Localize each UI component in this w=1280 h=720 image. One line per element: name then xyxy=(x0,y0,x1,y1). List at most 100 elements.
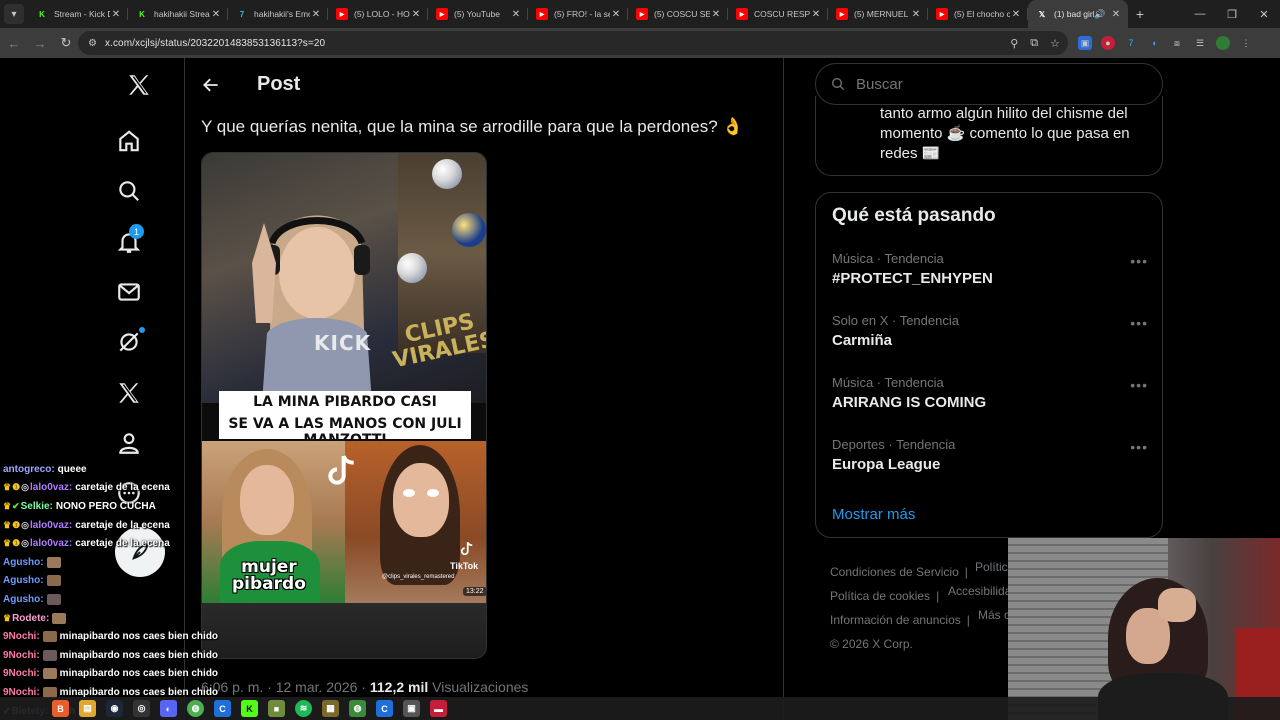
chat-text: caretaje de la ecena xyxy=(75,519,170,531)
translate-extension-icon[interactable]: ▣ xyxy=(1078,36,1092,50)
trend-item[interactable]: Música · Tendencia #PROTECT_ENHYPEN ••• xyxy=(832,251,1148,301)
media-controls-icon[interactable]: ☰ xyxy=(1193,36,1207,50)
browser-tab[interactable]: ▶ (5) YouTube ✕ xyxy=(428,0,528,28)
site-info-icon[interactable]: ⚙ xyxy=(88,38,97,49)
c-app-icon-2[interactable]: C xyxy=(376,700,393,717)
back-button[interactable]: ← xyxy=(2,31,26,55)
post-media-video[interactable]: KICK CLIPS VIRALES LA MINA PIBARDO CASI … xyxy=(201,152,487,659)
premium-x-icon[interactable] xyxy=(116,380,142,406)
audio-extension-icon[interactable]: ◖ xyxy=(1147,36,1161,50)
chat-username[interactable]: antogreco: xyxy=(3,464,55,475)
red-extension-icon[interactable]: ● xyxy=(1101,36,1115,50)
browser-tab[interactable]: 7 hakihakii's Emo ✕ xyxy=(228,0,328,28)
more-dots-icon[interactable]: ••• xyxy=(1130,253,1148,269)
tab-audio-icon[interactable]: 🔊 xyxy=(1094,9,1106,20)
close-tab-icon[interactable]: ✕ xyxy=(1010,9,1022,20)
photo-app-icon[interactable]: ▣ xyxy=(403,700,420,717)
browser-tab[interactable]: ▶ (5) LOLO - HOV ✕ xyxy=(328,0,428,28)
close-tab-icon[interactable]: ✕ xyxy=(310,9,322,20)
close-tab-icon[interactable]: ✕ xyxy=(210,9,222,20)
video-app-icon[interactable]: ▬ xyxy=(430,700,447,717)
browser-tab[interactable]: ▶ (5) FRO! - la se ✕ xyxy=(528,0,628,28)
search-input[interactable]: Buscar xyxy=(815,63,1163,105)
chat-username[interactable]: 9Nochi: xyxy=(3,650,40,661)
trend-item[interactable]: Música · Tendencia ARIRANG IS COMING ••• xyxy=(832,375,1148,425)
steam-icon[interactable]: ◉ xyxy=(106,700,123,717)
more-dots-icon[interactable]: ••• xyxy=(1130,315,1148,331)
post-timestamp[interactable]: 6:06 p. m. · 12 mar. 2026 · xyxy=(201,679,370,695)
close-tab-icon[interactable]: ✕ xyxy=(910,9,922,20)
browser-tab[interactable]: 𝕏 (1) bad girl 🔊 ✕ xyxy=(1028,0,1128,28)
trend-category: Música · Tendencia xyxy=(832,375,944,390)
cast-icon[interactable]: ⧉ xyxy=(1030,37,1038,50)
tab-search-button[interactable]: ▾ xyxy=(4,4,24,24)
more-link[interactable]: Más o xyxy=(978,608,1011,622)
browser-tab[interactable]: ▶ (5) El chocho c ✕ xyxy=(928,0,1028,28)
address-bar[interactable]: ⚙ x.com/xcjlsj/status/203220148385313611… xyxy=(78,31,1068,55)
close-tab-icon[interactable]: ✕ xyxy=(110,9,122,20)
chat-username[interactable]: Agusho: xyxy=(3,557,44,568)
close-tab-icon[interactable]: ✕ xyxy=(810,9,822,20)
game-icon[interactable]: ▦ xyxy=(322,700,339,717)
trend-item[interactable]: Solo en X · Tendencia Carmiña ••• xyxy=(832,313,1148,363)
messages-mail-icon[interactable] xyxy=(116,279,142,305)
c-app-icon[interactable]: C xyxy=(214,700,231,717)
close-tab-icon[interactable]: ✕ xyxy=(510,9,522,20)
privacy-link[interactable]: Polític xyxy=(975,560,1008,574)
chrome-active-icon[interactable]: ◍ xyxy=(349,700,366,717)
accessibility-link[interactable]: Accesibilida xyxy=(948,584,1011,598)
browser-tab[interactable]: ▶ (5) COSCU SE R✕ xyxy=(628,0,728,28)
home-icon[interactable] xyxy=(116,128,142,154)
reload-button[interactable]: ↻ xyxy=(54,31,78,55)
kick-app-icon[interactable]: K xyxy=(241,700,258,717)
close-tab-icon[interactable]: ✕ xyxy=(1110,9,1122,20)
profile-avatar-icon[interactable] xyxy=(1216,36,1230,50)
close-tab-icon[interactable]: ✕ xyxy=(710,9,722,20)
more-dots-icon[interactable]: ••• xyxy=(1130,439,1148,455)
close-window-button[interactable]: ✕ xyxy=(1248,0,1280,28)
maximize-button[interactable]: ❐ xyxy=(1216,0,1248,28)
chat-username[interactable]: Selkie: xyxy=(21,501,53,512)
chat-username[interactable]: lalo0vaz: xyxy=(30,538,72,549)
minecraft-icon[interactable]: ■ xyxy=(268,700,285,717)
show-more-link[interactable]: Mostrar más xyxy=(832,506,915,523)
browser-menu-icon[interactable]: ⋮ xyxy=(1239,36,1253,50)
minimize-button[interactable]: — xyxy=(1184,0,1216,28)
close-tab-icon[interactable]: ✕ xyxy=(410,9,422,20)
browser-tab[interactable]: K Stream - Kick D ✕ xyxy=(28,0,128,28)
spotify-icon[interactable]: ≋ xyxy=(295,700,312,717)
chat-username[interactable]: lalo0vaz: xyxy=(30,482,72,493)
brave-browser-icon[interactable]: B xyxy=(52,700,69,717)
browser-tab[interactable]: Khakihakii Strea ✕ xyxy=(128,0,228,28)
chat-username[interactable]: Agusho: xyxy=(3,594,44,605)
terms-link[interactable]: Condiciones de Servicio xyxy=(830,565,959,579)
bookmark-star-icon[interactable]: ☆ xyxy=(1050,37,1060,50)
chat-username[interactable]: Rodete: xyxy=(12,613,49,624)
chat-username[interactable]: 9Nochi: xyxy=(3,631,40,642)
back-arrow-icon[interactable] xyxy=(201,75,221,95)
chat-username[interactable]: 9Nochi: xyxy=(3,668,40,679)
x-logo-icon[interactable] xyxy=(126,72,152,98)
zoom-icon[interactable]: ⚲ xyxy=(1010,37,1018,50)
new-tab-button[interactable]: + xyxy=(1128,6,1152,22)
more-dots-icon[interactable]: ••• xyxy=(1130,377,1148,393)
video-frame-bottom: mujer pibardo TikTok @clips_virales_rema… xyxy=(202,441,486,603)
grok-icon[interactable] xyxy=(116,329,142,355)
obs-icon[interactable]: ◎ xyxy=(133,700,150,717)
forward-button[interactable]: → xyxy=(28,31,52,55)
trend-item[interactable]: Deportes · Tendencia Europa League ••• xyxy=(832,437,1148,487)
discord-icon[interactable]: ◐ xyxy=(160,700,177,717)
browser-tab[interactable]: ▶ (5) MERNUEL F ✕ xyxy=(828,0,928,28)
cookies-link[interactable]: Política de cookies xyxy=(830,589,930,603)
chat-username[interactable]: lalo0vaz: xyxy=(30,520,72,531)
chrome-icon[interactable]: ◍ xyxy=(187,700,204,717)
chat-username[interactable]: Agusho: xyxy=(3,575,44,586)
browser-tab[interactable]: ▶ COSCU RESPON✕ xyxy=(728,0,828,28)
explore-search-icon[interactable] xyxy=(116,178,142,204)
profile-icon[interactable] xyxy=(116,430,142,456)
close-tab-icon[interactable]: ✕ xyxy=(610,9,622,20)
ads-info-link[interactable]: Información de anuncios xyxy=(830,613,961,627)
file-explorer-icon[interactable]: ▤ xyxy=(79,700,96,717)
extensions-puzzle-icon[interactable]: ⧈ xyxy=(1170,36,1184,50)
7tv-extension-icon[interactable]: 7 xyxy=(1124,36,1138,50)
